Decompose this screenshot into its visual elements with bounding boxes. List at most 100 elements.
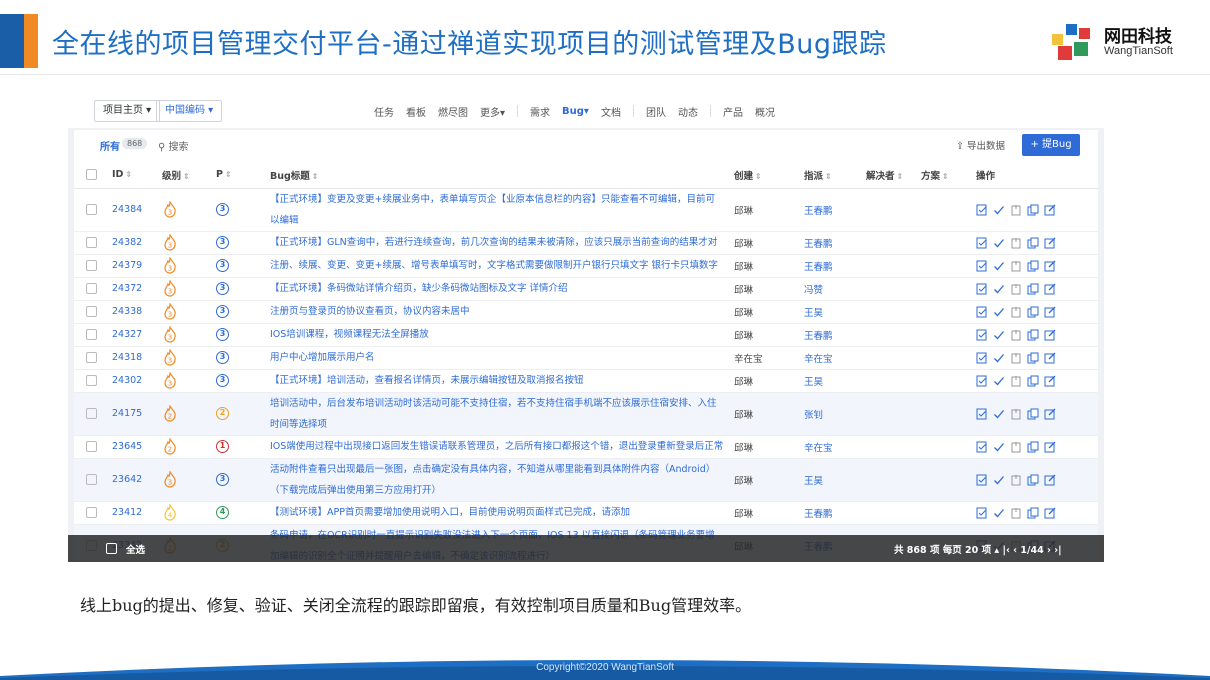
edit-icon[interactable]	[1044, 507, 1056, 519]
copy-icon[interactable]	[1027, 306, 1039, 318]
bug-title[interactable]: 活动附件查看只出现最后一张图，点击确定没有具体内容，不知道从哪里能看到具体附件内…	[270, 458, 734, 502]
bug-title[interactable]: 【正式环境】变更及变更+续展业务中，表单填写页企【业原本信息栏的内容】只能查看不…	[270, 188, 734, 232]
search-button[interactable]: ⚲ 搜索	[158, 138, 189, 153]
confirm-icon[interactable]	[976, 441, 988, 453]
nav-story[interactable]: 需求	[530, 104, 550, 119]
resolve-check-icon[interactable]	[993, 507, 1005, 519]
resolve-check-icon[interactable]	[993, 283, 1005, 295]
col-id[interactable]: ID ⇕	[112, 162, 162, 189]
close-bug-icon[interactable]	[1010, 474, 1022, 486]
copy-icon[interactable]	[1027, 204, 1039, 216]
bug-title[interactable]: 用户中心增加展示用户名	[270, 346, 734, 370]
table-row[interactable]: 24384 3 3 【正式环境】变更及变更+续展业务中，表单填写页企【业原本信息栏的内…	[74, 188, 1098, 232]
bug-id[interactable]: 23412	[112, 501, 162, 525]
table-row[interactable]: 24372 3 3 【正式环境】条码微站详情介绍页，缺少条码微站图标及文字 详情介绍邱…	[74, 277, 1098, 301]
edit-icon[interactable]	[1044, 352, 1056, 364]
nav-doc[interactable]: 文档	[601, 104, 621, 119]
resolve-check-icon[interactable]	[993, 260, 1005, 272]
confirm-icon[interactable]	[976, 375, 988, 387]
breadcrumb-project-home[interactable]: 项目主页 ▾	[94, 100, 161, 122]
row-checkbox[interactable]	[86, 507, 97, 518]
confirm-icon[interactable]	[976, 260, 988, 272]
row-checkbox[interactable]	[86, 204, 97, 215]
bug-title[interactable]: IOS端使用过程中出现接口返回发生错误请联系管理员，之后所有接口都报这个错，退出…	[270, 435, 734, 459]
nav-team[interactable]: 团队	[646, 104, 666, 119]
bug-assigned[interactable]: 王春鹏	[804, 231, 866, 255]
table-row[interactable]: 24175 2 2 培训活动中，后台发布培训活动时该活动可能不支持住宿，若不支持住宿手…	[74, 392, 1098, 436]
bug-title[interactable]: 【测试环境】APP首页需要增加使用说明入口，目前使用说明页面样式已完成，请添加	[270, 501, 734, 525]
close-bug-icon[interactable]	[1010, 408, 1022, 420]
row-checkbox[interactable]	[86, 352, 97, 363]
bug-id[interactable]: 24302	[112, 369, 162, 393]
bug-id[interactable]: 23642	[112, 458, 162, 502]
copy-icon[interactable]	[1027, 408, 1039, 420]
bug-id[interactable]: 24338	[112, 300, 162, 324]
bug-title[interactable]: 注册、续展、变更、变更+续展、增号表单填写时，文字格式需要做限制开户银行只填文字…	[270, 254, 734, 278]
tab-all[interactable]: 所有	[100, 138, 120, 153]
close-bug-icon[interactable]	[1010, 441, 1022, 453]
table-row[interactable]: 23642 3 3 活动附件查看只出现最后一张图，点击确定没有具体内容，不知道从哪里能…	[74, 458, 1098, 502]
copy-icon[interactable]	[1027, 352, 1039, 364]
bug-assigned[interactable]: 张钊	[804, 392, 866, 436]
close-bug-icon[interactable]	[1010, 306, 1022, 318]
resolve-check-icon[interactable]	[993, 441, 1005, 453]
copy-icon[interactable]	[1027, 237, 1039, 249]
table-row[interactable]: 24382 3 3 【正式环境】GLN查询中，若进行连续查询，前几次查询的结果未被清除…	[74, 231, 1098, 255]
bug-assigned[interactable]: 冯赞	[804, 277, 866, 301]
nav-overview[interactable]: 概况	[755, 104, 775, 119]
confirm-icon[interactable]	[976, 283, 988, 295]
nav-task[interactable]: 任务	[374, 104, 394, 119]
close-bug-icon[interactable]	[1010, 260, 1022, 272]
bug-title[interactable]: 【正式环境】GLN查询中，若进行连续查询，前几次查询的结果未被清除，应该只展示当…	[270, 231, 734, 255]
row-checkbox[interactable]	[86, 283, 97, 294]
row-checkbox[interactable]	[86, 408, 97, 419]
close-bug-icon[interactable]	[1010, 352, 1022, 364]
resolve-check-icon[interactable]	[993, 329, 1005, 341]
col-assigned[interactable]: 指派 ⇕	[804, 162, 866, 189]
table-row[interactable]: 24327 3 3 IOS培训课程，视频课程无法全屏播放 邱琳 王春鹏	[74, 323, 1098, 347]
close-bug-icon[interactable]	[1010, 375, 1022, 387]
confirm-icon[interactable]	[976, 408, 988, 420]
close-bug-icon[interactable]	[1010, 329, 1022, 341]
close-bug-icon[interactable]	[1010, 204, 1022, 216]
bug-title[interactable]: 注册页与登录页的协议查看页，协议内容未居中	[270, 300, 734, 324]
bug-id[interactable]: 24318	[112, 346, 162, 370]
col-title[interactable]: Bug标题 ⇕	[270, 162, 734, 189]
edit-icon[interactable]	[1044, 260, 1056, 272]
table-row[interactable]: 23645 2 1 IOS端使用过程中出现接口返回发生错误请联系管理员，之后所有接口都…	[74, 435, 1098, 459]
bug-id[interactable]: 23645	[112, 435, 162, 459]
bug-id[interactable]: 24372	[112, 277, 162, 301]
bug-title[interactable]: 【正式环境】条码微站详情介绍页，缺少条码微站图标及文字 详情介绍	[270, 277, 734, 301]
bug-assigned[interactable]: 王春鹏	[804, 188, 866, 232]
nav-kanban[interactable]: 看板	[406, 104, 426, 119]
bug-title[interactable]: IOS培训课程，视频课程无法全屏播放	[270, 323, 734, 347]
resolve-check-icon[interactable]	[993, 408, 1005, 420]
edit-icon[interactable]	[1044, 204, 1056, 216]
copy-icon[interactable]	[1027, 375, 1039, 387]
edit-icon[interactable]	[1044, 408, 1056, 420]
copy-icon[interactable]	[1027, 283, 1039, 295]
resolve-check-icon[interactable]	[993, 306, 1005, 318]
header-checkbox[interactable]	[86, 169, 97, 181]
nav-product[interactable]: 产品	[723, 104, 743, 119]
row-checkbox[interactable]	[86, 441, 97, 452]
select-all-checkbox[interactable]	[106, 543, 117, 554]
bug-assigned[interactable]: 王昊	[804, 369, 866, 393]
row-checkbox[interactable]	[86, 329, 97, 340]
bug-id[interactable]: 24175	[112, 392, 162, 436]
table-row[interactable]: 23412 4 4 【测试环境】APP首页需要增加使用说明入口，目前使用说明页面样式已…	[74, 501, 1098, 525]
confirm-icon[interactable]	[976, 329, 988, 341]
bug-id[interactable]: 24379	[112, 254, 162, 278]
nav-bug[interactable]: Bug▾	[562, 106, 589, 117]
col-resolver[interactable]: 解决者 ⇕	[866, 162, 921, 189]
bug-assigned[interactable]: 王春鹏	[804, 501, 866, 525]
table-row[interactable]: 24318 3 3 用户中心增加展示用户名 辛在宝 辛在宝	[74, 346, 1098, 370]
col-severity[interactable]: 级别 ⇕	[162, 162, 216, 189]
row-checkbox[interactable]	[86, 306, 97, 317]
confirm-icon[interactable]	[976, 306, 988, 318]
close-bug-icon[interactable]	[1010, 283, 1022, 295]
close-bug-icon[interactable]	[1010, 237, 1022, 249]
row-checkbox[interactable]	[86, 375, 97, 386]
bug-assigned[interactable]: 王昊	[804, 300, 866, 324]
copy-icon[interactable]	[1027, 260, 1039, 272]
